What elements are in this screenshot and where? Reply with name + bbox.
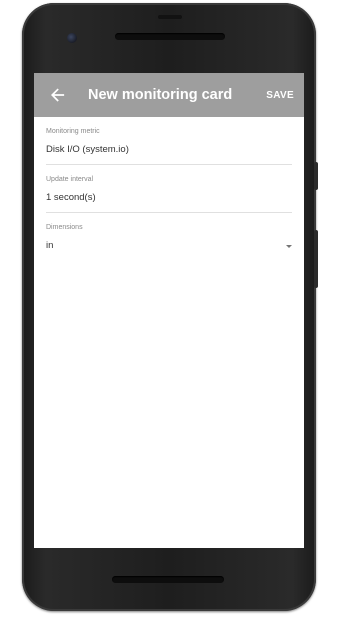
power-button [314,162,318,190]
volume-button [314,230,318,288]
arrow-left-icon [51,88,65,102]
bottom-speaker [112,576,224,583]
field-value: in [46,240,54,251]
field-value: Disk I/O (system.io) [46,144,129,155]
phone-screen: New monitoring card SAVE Monitoring metr… [34,73,304,548]
update-interval-field[interactable]: Update interval 1 second(s) [46,165,292,213]
back-button[interactable] [34,73,82,117]
stage: New monitoring card SAVE Monitoring metr… [0,0,340,627]
field-label: Monitoring metric [46,128,100,135]
earpiece-speaker [115,33,225,40]
card-form: Monitoring metric Disk I/O (system.io) U… [34,117,304,260]
monitoring-metric-field[interactable]: Monitoring metric Disk I/O (system.io) [46,117,292,165]
dimensions-dropdown[interactable]: Dimensions in [46,213,292,260]
app-bar: New monitoring card SAVE [34,73,304,117]
proximity-sensor [158,15,182,19]
field-label: Dimensions [46,224,83,231]
page-title: New monitoring card [88,87,233,103]
triangle-down-icon [286,245,292,248]
field-value: 1 second(s) [46,192,96,203]
save-button[interactable]: SAVE [258,90,304,101]
field-label: Update interval [46,176,94,183]
front-camera [67,33,77,43]
